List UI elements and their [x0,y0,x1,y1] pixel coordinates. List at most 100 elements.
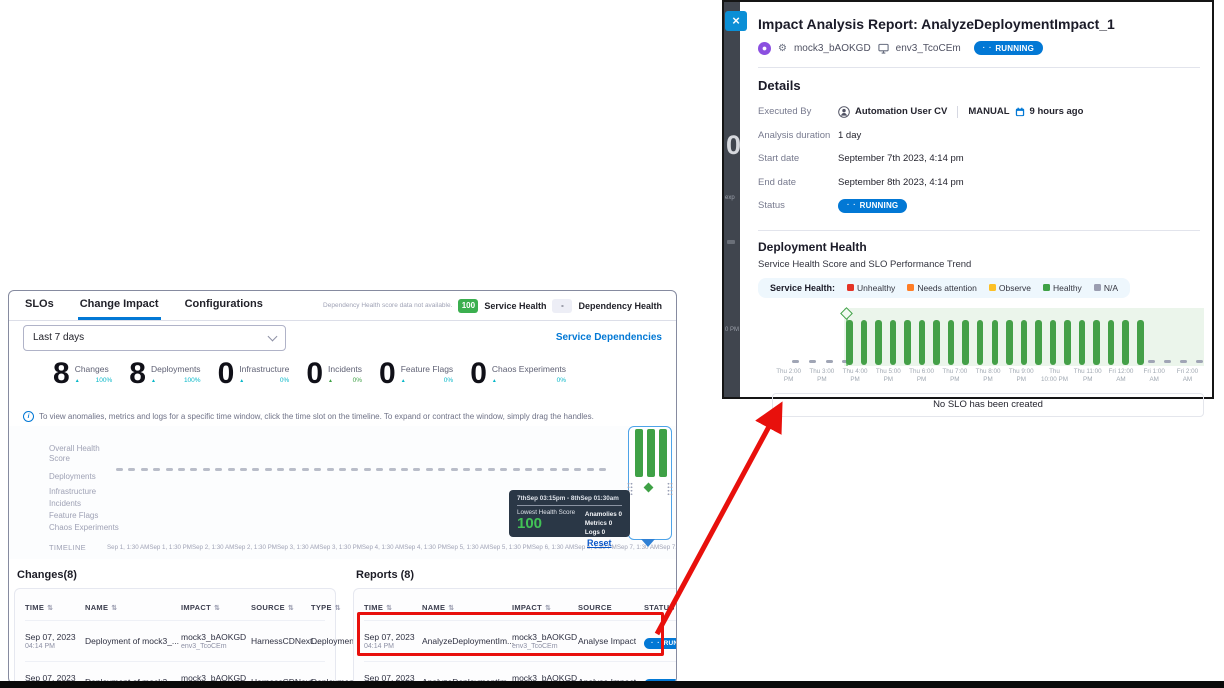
stat-value: 8 [129,360,145,389]
info-banner: To view anomalies, metrics and logs for … [9,408,676,422]
tab-change-impact[interactable]: Change Impact [78,291,161,320]
na-dash [376,468,383,471]
timeline-tick-label: Sep 5, 1:30 AM [447,544,489,551]
health-score-bar [861,320,868,365]
column-header-name[interactable]: NAME⇅ [422,597,512,620]
na-dash [252,468,259,471]
na-dash [550,468,557,471]
backdrop-fragment: 0 [726,130,740,161]
health-score-bar [948,320,955,365]
na-dash [1148,360,1155,363]
selection-health-bar [635,429,643,477]
health-score-bar [933,320,940,365]
filter-bar: Last 7 days Service Dependencies [9,321,676,354]
deployment-health-heading: Deployment Health [758,240,1200,254]
health-score-bar [1079,320,1086,365]
detail-row-executed-by: Executed By Automation User CV MANUAL [758,100,1200,124]
tab-slos[interactable]: SLOs [23,291,56,320]
selection-drag-handle-right[interactable] [667,482,673,496]
drawer-title: Impact Analysis Report: AnalyzeDeploymen… [758,16,1200,32]
time-range-select[interactable]: Last 7 days [23,325,286,351]
reports-table-card: TIME⇅NAME⇅IMPACT⇅SOURCESTATUS⇅ Sep 07, 2… [353,588,677,684]
x-tick-label: Fri 1:00AM [1138,368,1171,384]
reports-table-title: Reports (8) [356,569,677,581]
stat-label: Deployments [151,364,201,374]
changes-table-card: TIME⇅NAME⇅IMPACT⇅SOURCE⇅TYPE⇅ Sep 07, 20… [14,588,336,684]
health-score-bar [1006,320,1013,365]
timeline-tick-label: Sep 2, 1:30 AM [192,544,234,551]
info-icon [23,411,34,422]
column-header-impact[interactable]: IMPACT⇅ [181,597,251,620]
reports-table-section: Reports (8) TIME⇅NAME⇅IMPACT⇅SOURCESTATU… [353,567,677,684]
na-dash [475,468,482,471]
timeline-row-label-overall-health-score: Overall Health Score [49,444,105,464]
changes-table-body: Sep 07, 202304:14 PMDeployment of mock3_… [25,620,325,684]
status-badge: · · RUNNING [838,199,907,213]
timeline-reset-link[interactable]: Reset [587,538,612,548]
sort-icon: ⇅ [47,604,53,612]
health-score-bar [1050,320,1057,365]
backdrop-fragment: exp [725,195,735,201]
na-dash [178,468,185,471]
delta-up-icon: ▲ [151,378,156,384]
sort-icon: ⇅ [386,604,392,612]
changes-table-section: Changes(8) TIME⇅NAME⇅IMPACT⇅SOURCE⇅TYPE⇅… [14,567,336,684]
column-header-source[interactable]: SOURCE⇅ [251,597,311,620]
health-score-bar [1093,320,1100,365]
stat-delta-value: 0% [280,377,289,384]
stat-infrastructure: 0Infrastructure▲0% [218,360,290,389]
x-tick-label: Thu 5:00PM [872,368,905,384]
timeline-ticks: Sep 1, 1:30 AMSep 1, 1:30 PMSep 2, 1:30 … [107,544,668,551]
na-dash [525,468,532,471]
legend-item-healthy: Healthy [1043,283,1082,293]
health-summary: Dependency Health score data not availab… [323,291,662,320]
x-tick-label: Thu 11:00PM [1071,368,1104,384]
change-impact-icon [758,42,771,55]
table-row[interactable]: Sep 07, 202304:14 PMDeployment of mock3_… [25,620,325,661]
column-header-time[interactable]: TIME⇅ [25,597,85,620]
x-tick-label: Thu 6:00PM [905,368,938,384]
column-header-impact[interactable]: IMPACT⇅ [512,597,578,620]
details-heading: Details [758,78,1200,93]
divider [758,230,1200,231]
health-score-bar [1021,320,1028,365]
close-button[interactable]: × [725,11,747,31]
tab-configurations[interactable]: Configurations [183,291,265,320]
changes-table-title: Changes(8) [17,569,336,581]
x-tick-label: Fri 12:00AM [1104,368,1137,384]
delta-up-icon: ▲ [75,378,80,384]
service-name: mock3_bAOKGD [794,43,871,54]
column-header-status[interactable]: STATUS⇅ [644,597,677,620]
drawer-content: Impact Analysis Report: AnalyzeDeploymen… [758,2,1200,397]
service-dependencies-link[interactable]: Service Dependencies [556,332,662,343]
timeline-selection-window[interactable] [628,426,672,540]
selection-health-bar [647,429,655,477]
na-dash [426,468,433,471]
tables-row: Changes(8) TIME⇅NAME⇅IMPACT⇅SOURCE⇅TYPE⇅… [9,559,676,684]
column-header-time[interactable]: TIME⇅ [364,597,422,620]
stat-delta-value: 100% [184,377,201,384]
na-dash [153,468,160,471]
column-header-name[interactable]: NAME⇅ [85,597,181,620]
timeline-section: Overall Health ScoreDeploymentsInfrastru… [9,426,676,559]
reports-table-head: TIME⇅NAME⇅IMPACT⇅SOURCESTATUS⇅ [364,597,677,620]
delta-up-icon: ▲ [328,378,333,384]
tooltip-stat-logs: Logs 0 [585,529,622,536]
column-header-type[interactable]: TYPE⇅ [311,597,341,620]
na-dash [826,360,833,363]
timeline-tick-label: Sep 2, 1:30 PM [234,544,277,551]
x-tick-label: Thu 4:00PM [838,368,871,384]
backdrop-fragment: 0 PM [725,327,739,333]
environment-icon [878,43,889,54]
deployment-health-subheading: Service Health Score and SLO Performance… [758,259,1200,270]
stat-chaos-experiments: 0Chaos Experiments▲0% [470,360,566,389]
sort-icon: ⇅ [288,604,294,612]
stat-label: Chaos Experiments [492,364,566,374]
impact-analysis-drawer: 0 exp 0 PM × Impact Analysis Report: Ana… [722,0,1214,399]
health-score-bar [1137,320,1144,365]
na-dash [500,468,507,471]
na-dash [351,468,358,471]
x-tick-label: Thu 7:00PM [938,368,971,384]
na-dash [327,468,334,471]
table-row[interactable]: Sep 07, 202304:14 PMAnalyzeDeploymentIm.… [364,620,677,661]
